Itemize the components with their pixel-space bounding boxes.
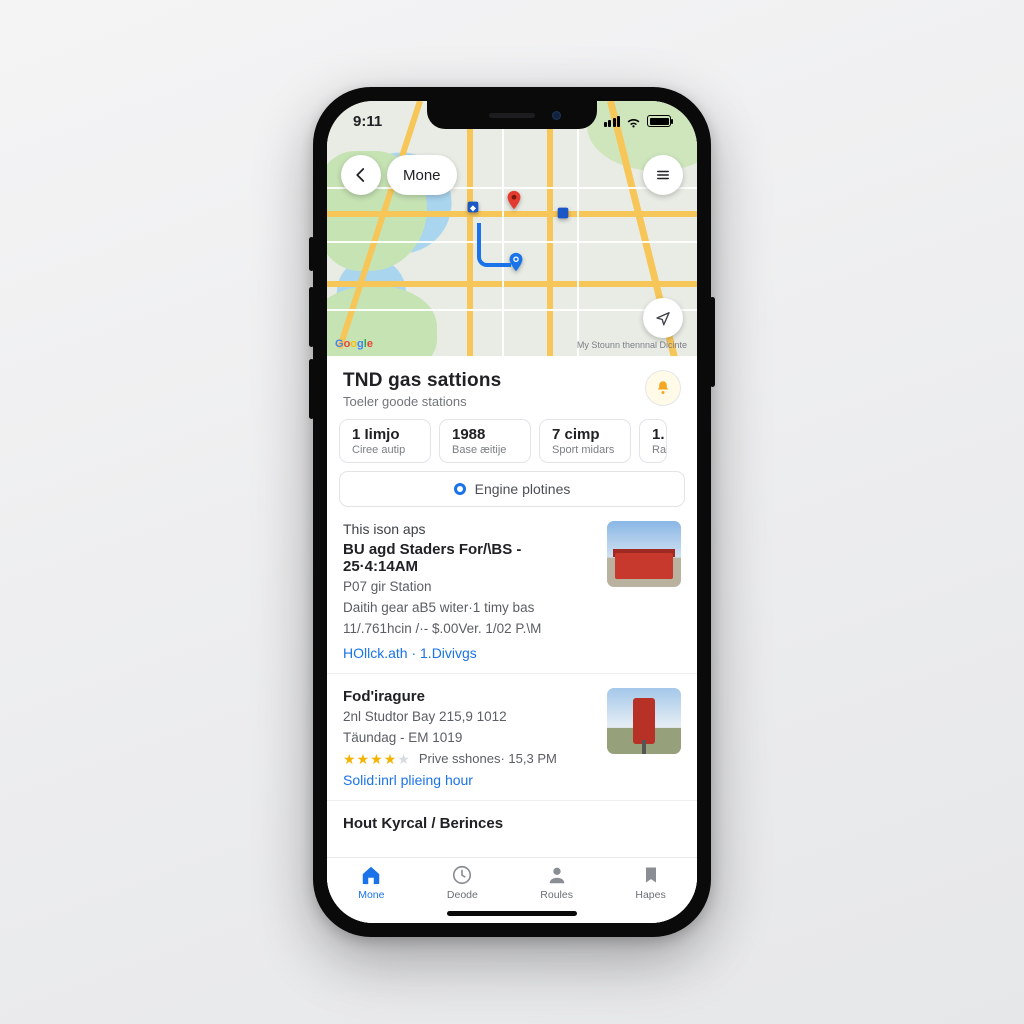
map-attribution: My Stounn thennnal Dicinte [577, 340, 687, 350]
person-icon [546, 864, 568, 886]
star-icon: ★ [384, 752, 397, 766]
results-list[interactable]: This ison aps BU agd Staders For/\BS - 2… [327, 517, 697, 857]
chip-title: 7 cimp [552, 426, 618, 443]
tab-label: Deode [447, 889, 478, 901]
map-road [327, 281, 697, 287]
star-icon: ★ [343, 752, 356, 766]
star-icon: ★ [397, 752, 410, 766]
tab-deode[interactable]: Deode [447, 864, 478, 901]
tab-hapes[interactable]: Hapes [635, 864, 665, 901]
tab-label: Hapes [635, 889, 665, 901]
star-icon: ★ [357, 752, 370, 766]
screen: 9:11 [327, 101, 697, 923]
result-item[interactable]: Hout Kyrcal / Berinces [327, 800, 697, 834]
star-icon: ★ [370, 752, 383, 766]
result-thumbnail [607, 521, 681, 587]
tab-label: Mone [358, 889, 384, 901]
result-line: 11/.761hcin /·- $.00Ver. 1/02 P.\M [343, 620, 593, 638]
battery-icon [647, 115, 671, 127]
arrow-left-icon [352, 166, 370, 184]
filter-chip-row[interactable]: 1 Iimjo Ciree autip 1988 Base æitije 7 c… [327, 413, 697, 471]
home-icon [360, 864, 382, 886]
chip-sub: Ciree autip [352, 444, 418, 456]
map-pin-poi[interactable]: ◆ [465, 199, 481, 215]
map-route-line [477, 223, 511, 267]
filter-chip[interactable]: 1988 Base æitije [439, 419, 531, 463]
tab-home[interactable]: Mone [358, 864, 384, 901]
search-pill[interactable]: Mone [387, 155, 457, 195]
map-pin-destination[interactable] [503, 189, 525, 211]
volume-down-button [309, 359, 314, 419]
wifi-icon [626, 116, 641, 127]
google-logo: Google [335, 338, 373, 350]
result-eyebrow: This ison aps [343, 521, 593, 537]
bell-icon [654, 379, 672, 397]
hamburger-icon [655, 168, 671, 182]
chip-sub: Base æitije [452, 444, 518, 456]
notch [427, 101, 597, 129]
result-thumbnail [607, 688, 681, 754]
phone-frame: 9:11 [313, 87, 711, 937]
map-street [327, 309, 697, 311]
recenter-button[interactable] [643, 298, 683, 338]
chip-sub: Sport midars [552, 444, 618, 456]
sheet-title: TND gas sattions [343, 370, 501, 392]
sheet-subtitle: Toeler goode stations [343, 394, 501, 409]
result-rating-meta: Prive sshones· 15,3 PM [419, 751, 557, 766]
engine-filter-label: Engine plotines [475, 481, 571, 497]
volume-up-button [309, 287, 314, 347]
tab-label: Roules [540, 889, 573, 901]
menu-button[interactable] [643, 155, 683, 195]
filter-chip[interactable]: 7 cimp Sport midars [539, 419, 631, 463]
chip-title: 1. [652, 426, 666, 443]
power-button [710, 297, 715, 387]
dot-icon [454, 483, 466, 495]
compass-icon [451, 864, 473, 886]
speaker-grille [489, 113, 535, 118]
back-button[interactable] [341, 155, 381, 195]
home-indicator[interactable] [447, 911, 577, 916]
result-line: Daitih gear aB5 witer·1 timy bas [343, 599, 593, 617]
result-name: Fod'iragure [343, 688, 593, 705]
filter-chip[interactable]: 1 Iimjo Ciree autip [339, 419, 431, 463]
cellular-icon [604, 116, 621, 127]
result-name: BU agd Staders For/\BS - 25·4:14AM [343, 541, 593, 575]
front-camera [552, 111, 561, 120]
svg-text:◆: ◆ [470, 203, 477, 212]
tab-routes[interactable]: Roules [540, 864, 573, 901]
result-rating: ★ ★ ★ ★ ★ Prive sshones· 15,3 PM [343, 751, 593, 766]
map-pin-poi[interactable] [555, 205, 571, 221]
mute-switch [309, 237, 314, 271]
chip-sub: Ra [652, 444, 666, 456]
result-name: Hout Kyrcal / Berinces [343, 815, 681, 832]
location-arrow-icon [654, 309, 672, 327]
result-item[interactable]: This ison aps BU agd Staders For/\BS - 2… [327, 517, 697, 673]
notifications-button[interactable] [645, 370, 681, 406]
result-line: P07 gir Station [343, 578, 593, 596]
result-action-link[interactable]: HOllck.ath · 1.Divivgs [343, 645, 593, 661]
results-sheet: TND gas sattions Toeler goode stations 1… [327, 356, 697, 923]
status-time: 9:11 [353, 113, 382, 130]
chip-title: 1 Iimjo [352, 426, 418, 443]
engine-filter-button[interactable]: Engine plotines [339, 471, 685, 507]
result-line: 2nl Studtor Bay 215,9 1012 [343, 708, 593, 726]
chip-title: 1988 [452, 426, 518, 443]
map-street [327, 241, 697, 243]
result-line: Täundag - EM 1019 [343, 729, 593, 747]
result-action-link[interactable]: Solid:inrl plieing hour [343, 772, 593, 788]
filter-chip[interactable]: 1. Ra [639, 419, 667, 463]
bookmark-icon [640, 864, 662, 886]
search-pill-label: Mone [403, 167, 441, 184]
result-item[interactable]: Fod'iragure 2nl Studtor Bay 215,9 1012 T… [327, 673, 697, 800]
